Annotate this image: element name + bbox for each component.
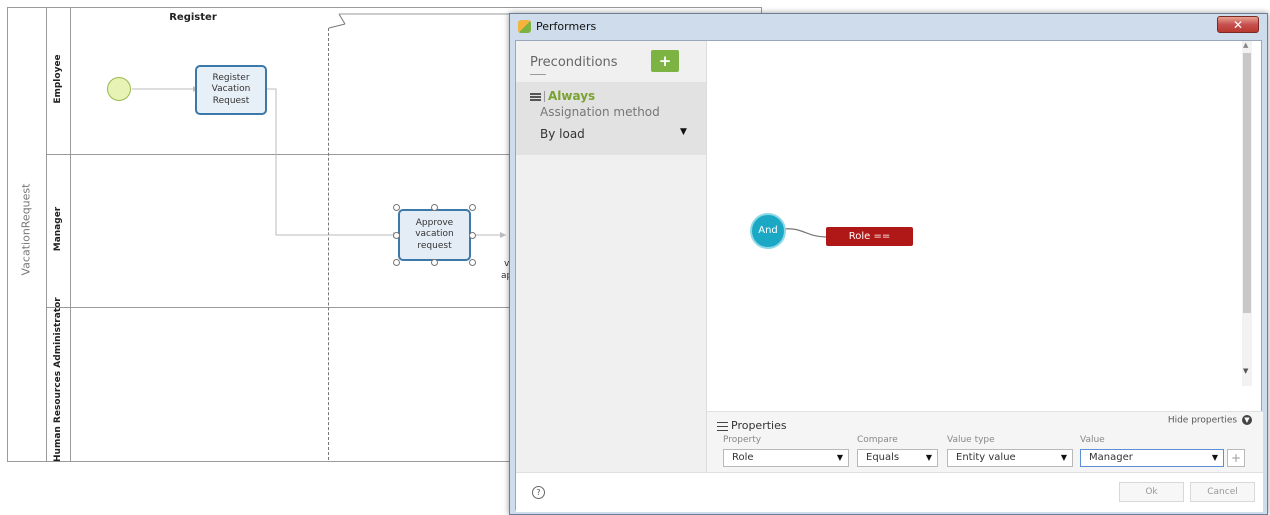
chevron-down-icon: ▼ [1211,453,1218,462]
task-approve-vacation-request[interactable]: Approve vacation request [398,209,471,261]
scroll-thumb[interactable] [1243,53,1251,313]
expression-graph: And Role == Manager ▲ ▼ [707,41,1252,411]
precondition-item-always[interactable]: Always Assignation method By load ▼ [516,82,706,155]
compare-select[interactable]: Equals ▼ [857,449,938,467]
chevron-down-icon: ▼ [1242,415,1252,425]
value-select[interactable]: Manager ▼ [1080,449,1224,467]
performers-dialog: Performers ✕ Preconditions + Always Assi… [509,13,1268,515]
close-icon: ✕ [1232,18,1244,32]
dialog-footer: ? Ok Cancel [516,472,1263,512]
selection-handle[interactable] [469,232,476,239]
chevron-down-icon[interactable]: ▼ [680,127,687,137]
hide-properties-link[interactable]: Hide properties ▼ [1168,415,1252,426]
task-label: Approve vacation request [415,218,454,251]
scroll-down-icon[interactable]: ▼ [1243,367,1248,375]
chevron-down-icon: ▼ [836,453,843,462]
ok-label: Ok [1145,487,1158,497]
help-icon[interactable]: ? [532,486,545,499]
chevron-down-icon: ▼ [925,453,932,462]
vertical-scrollbar[interactable]: ▲ ▼ [1242,41,1252,386]
condition-node[interactable]: Role == Manager [826,227,913,261]
properties-panel: Properties Hide properties ▼ Property Co… [707,411,1263,473]
and-node-label: And [758,225,778,236]
compare-column-label: Compare [857,435,898,445]
properties-title: Properties [731,419,787,432]
selection-handle[interactable] [393,204,400,211]
value-type-select[interactable]: Entity value ▼ [947,449,1073,467]
selection-handle[interactable] [469,259,476,266]
scroll-up-icon[interactable]: ▲ [1243,41,1248,49]
selection-handle[interactable] [431,204,438,211]
task-label: Register Vacation Request [211,73,251,106]
dialog-content: Preconditions + Always Assignation metho… [515,40,1263,512]
start-event[interactable] [107,77,131,101]
add-icon: + [1230,451,1242,465]
cancel-label: Cancel [1207,487,1238,497]
property-column-label: Property [723,435,762,445]
add-property-button[interactable]: + [1227,449,1245,467]
add-icon: + [658,52,672,70]
cancel-button[interactable]: Cancel [1190,482,1255,502]
task-register-vacation-request[interactable]: Register Vacation Request [195,65,267,115]
title-underline [530,74,546,75]
dialog-title: Performers [536,20,597,33]
property-select-value: Role [732,452,754,463]
assignment-method-select[interactable]: By load [540,127,585,141]
compare-select-value: Equals [866,452,900,463]
condition-label: Role == Manager [847,231,892,261]
preconditions-title: Preconditions [530,55,618,70]
value-select-value: Manager [1089,452,1133,463]
dialog-titlebar[interactable]: Performers ✕ [510,14,1267,40]
value-type-column-label: Value type [947,435,995,445]
preconditions-panel: Preconditions + Always Assignation metho… [516,41,707,472]
help-glyph: ? [536,488,541,497]
assignment-method-label: Assignation method [540,105,660,119]
properties-icon [717,422,728,431]
property-select[interactable]: Role ▼ [723,449,849,467]
selection-handle[interactable] [393,259,400,266]
close-button[interactable]: ✕ [1217,16,1259,33]
separator [544,91,545,102]
chevron-down-icon: ▼ [1060,453,1067,462]
hide-properties-label: Hide properties [1167,415,1238,426]
performers-app-icon [518,20,531,33]
and-node[interactable]: And [750,213,786,249]
value-type-select-value: Entity value [956,452,1016,463]
add-precondition-button[interactable]: + [651,50,679,72]
precondition-name: Always [548,89,596,103]
selection-handle[interactable] [469,204,476,211]
selection-handle[interactable] [393,232,400,239]
ok-button[interactable]: Ok [1119,482,1184,502]
list-icon [530,93,541,101]
value-column-label: Value [1080,435,1105,445]
graph-connector [783,228,827,238]
selection-handle[interactable] [431,259,438,266]
